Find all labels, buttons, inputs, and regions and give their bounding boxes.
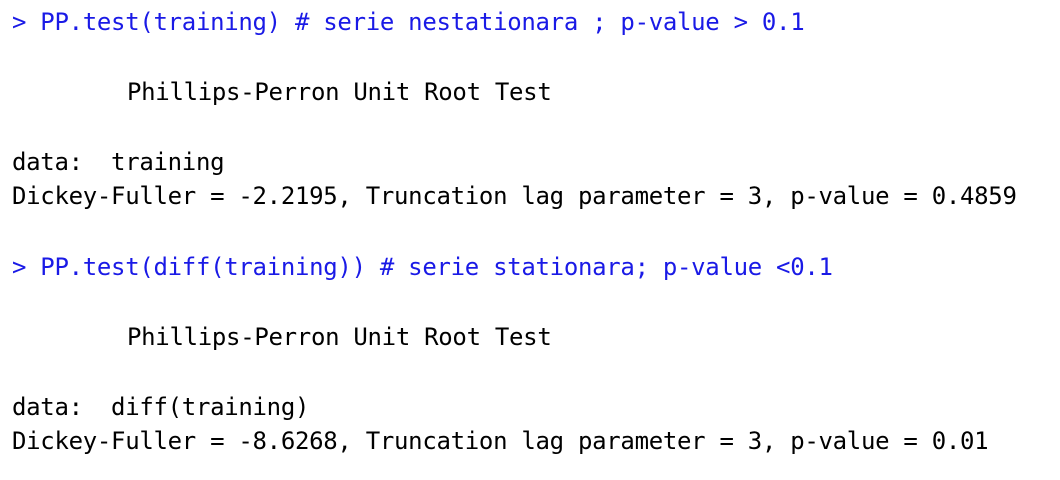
command-line-pp-test-training: > PP.test(training) # serie nestationara… (12, 8, 805, 36)
stats-line-2: Dickey-Fuller = -8.6268, Truncation lag … (12, 427, 989, 455)
data-line-2: data: diff(training) (12, 393, 310, 421)
command-line-pp-test-diff-training: > PP.test(diff(training)) # serie statio… (12, 253, 833, 281)
test-title-2: Phillips-Perron Unit Root Test (127, 323, 552, 351)
test-title-1: Phillips-Perron Unit Root Test (127, 78, 552, 106)
stats-line-1: Dickey-Fuller = -2.2195, Truncation lag … (12, 182, 1017, 210)
data-line-1: data: training (12, 148, 225, 176)
r-console-output: > PP.test(training) # serie nestationara… (12, 0, 1060, 480)
